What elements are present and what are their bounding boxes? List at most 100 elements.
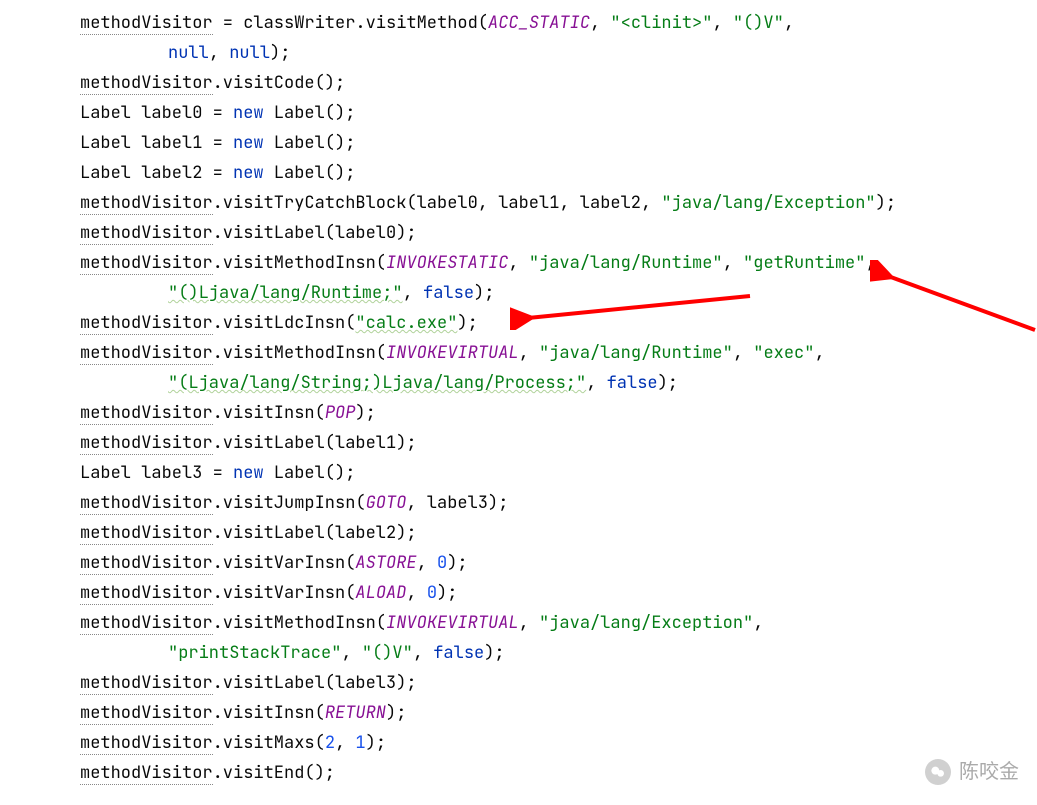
code-text: , (586, 372, 606, 394)
code-keyword: new (233, 462, 264, 484)
code-line: methodVisitor.visitVarInsn(ASTORE, 0); (80, 548, 1037, 578)
code-text: ); (876, 192, 896, 214)
code-constant: INVOKESTATIC (386, 252, 508, 274)
code-variable: methodVisitor (80, 342, 213, 365)
code-text: , (723, 252, 743, 274)
code-line: methodVisitor.visitMaxs(2, 1); (80, 728, 1037, 758)
code-text: .visitMethodInsn( (213, 342, 386, 364)
watermark-text: 陈咬金 (959, 757, 1019, 787)
code-text: , (403, 282, 423, 304)
code-variable: methodVisitor (80, 492, 213, 515)
code-string: "java/lang/Exception" (539, 612, 753, 634)
code-string: "java/lang/Runtime" (539, 342, 733, 364)
code-variable: methodVisitor (80, 192, 213, 215)
code-text: ); (355, 402, 375, 424)
code-text: .visitLabel(label1); (213, 432, 417, 454)
code-text: ); (484, 642, 504, 664)
code-string: "()V" (362, 642, 413, 664)
code-number: 0 (427, 582, 437, 604)
code-line: Label label1 = new Label(); (80, 128, 1037, 158)
code-constant: RETURN (325, 702, 386, 724)
code-text: , (865, 252, 875, 274)
code-text: = classWriter.visitMethod( (213, 12, 488, 34)
code-variable: methodVisitor (80, 72, 213, 95)
code-line: Label label3 = new Label(); (80, 458, 1037, 488)
code-text: ); (366, 732, 386, 754)
code-variable: methodVisitor (80, 402, 213, 425)
code-string: "()V" (733, 12, 784, 34)
code-variable: methodVisitor (80, 552, 213, 575)
code-string: "calc.exe" (355, 312, 457, 334)
code-text: , (712, 12, 732, 34)
code-variable: methodVisitor (80, 522, 213, 545)
code-text: Label label1 = (80, 132, 233, 154)
code-variable: methodVisitor (80, 672, 213, 695)
code-text: .visitInsn( (213, 702, 325, 724)
code-line: methodVisitor.visitInsn(POP); (80, 398, 1037, 428)
code-line: methodVisitor.visitEnd(); (80, 758, 1037, 788)
code-text: , (590, 12, 610, 34)
code-text: .visitLabel(label3); (213, 672, 417, 694)
code-string: "()Ljava/lang/Runtime;" (168, 282, 403, 304)
code-text: .visitJumpInsn( (213, 492, 366, 514)
code-variable: methodVisitor (80, 582, 213, 605)
code-variable: methodVisitor (80, 222, 213, 245)
code-text: , (406, 582, 426, 604)
code-text: Label(); (264, 162, 356, 184)
code-text: ); (270, 42, 290, 64)
code-text: .visitVarInsn( (213, 582, 356, 604)
code-constant: INVOKEVIRTUAL (386, 612, 519, 634)
code-text: .visitMaxs( (213, 732, 325, 754)
code-string: "java/lang/Exception" (661, 192, 875, 214)
code-line: Label label2 = new Label(); (80, 158, 1037, 188)
code-text: Label(); (264, 102, 356, 124)
code-line: methodVisitor.visitVarInsn(ALOAD, 0); (80, 578, 1037, 608)
code-line: methodVisitor.visitInsn(RETURN); (80, 698, 1037, 728)
code-line: methodVisitor.visitLabel(label2); (80, 518, 1037, 548)
code-keyword: false (607, 372, 658, 394)
code-keyword: new (233, 162, 264, 184)
code-text: .visitEnd(); (213, 762, 335, 784)
code-text: Label(); (264, 132, 356, 154)
code-string: "printStackTrace" (168, 642, 341, 664)
code-text: , (335, 732, 355, 754)
code-text: , label3); (406, 492, 508, 514)
code-keyword: null (229, 42, 270, 64)
code-line: methodVisitor.visitLabel(label0); (80, 218, 1037, 248)
code-line: methodVisitor.visitMethodInsn(INVOKEVIRT… (80, 338, 1037, 368)
code-keyword: false (433, 642, 484, 664)
code-text: ); (386, 702, 406, 724)
code-line: methodVisitor.visitMethodInsn(INVOKESTAT… (80, 248, 1037, 278)
code-variable: methodVisitor (80, 252, 213, 275)
code-line: "printStackTrace", "()V", false); (80, 638, 1037, 668)
code-text: Label(); (264, 462, 356, 484)
code-text: Label label2 = (80, 162, 233, 184)
code-text: , (753, 612, 763, 634)
code-line: "()Ljava/lang/Runtime;", false); (80, 278, 1037, 308)
code-keyword: new (233, 102, 264, 124)
code-text: , (508, 252, 528, 274)
code-line: null, null); (80, 38, 1037, 68)
code-text: .visitLabel(label0); (213, 222, 417, 244)
code-constant: ASTORE (355, 552, 416, 574)
code-line: "(Ljava/lang/String;)Ljava/lang/Process;… (80, 368, 1037, 398)
code-text: .visitLdcInsn( (213, 312, 356, 334)
code-text: .visitCode(); (213, 72, 346, 94)
code-text: .visitTryCatchBlock(label0, label1, labe… (213, 192, 662, 214)
code-text: , (341, 642, 361, 664)
watermark: 陈咬金 (925, 757, 1019, 787)
code-text: , (519, 342, 539, 364)
code-text: .visitMethodInsn( (213, 612, 386, 634)
code-line: methodVisitor.visitLabel(label1); (80, 428, 1037, 458)
code-variable: methodVisitor (80, 732, 213, 755)
code-constant: ALOAD (355, 582, 406, 604)
code-number: 1 (355, 732, 365, 754)
code-text: Label label0 = (80, 102, 233, 124)
code-text: , (733, 342, 753, 364)
code-constant: GOTO (366, 492, 407, 514)
code-constant: POP (325, 402, 356, 424)
code-line: methodVisitor.visitMethodInsn(INVOKEVIRT… (80, 608, 1037, 638)
code-number: 2 (325, 732, 335, 754)
code-string: "exec" (753, 342, 814, 364)
code-line: methodVisitor.visitTryCatchBlock(label0,… (80, 188, 1037, 218)
